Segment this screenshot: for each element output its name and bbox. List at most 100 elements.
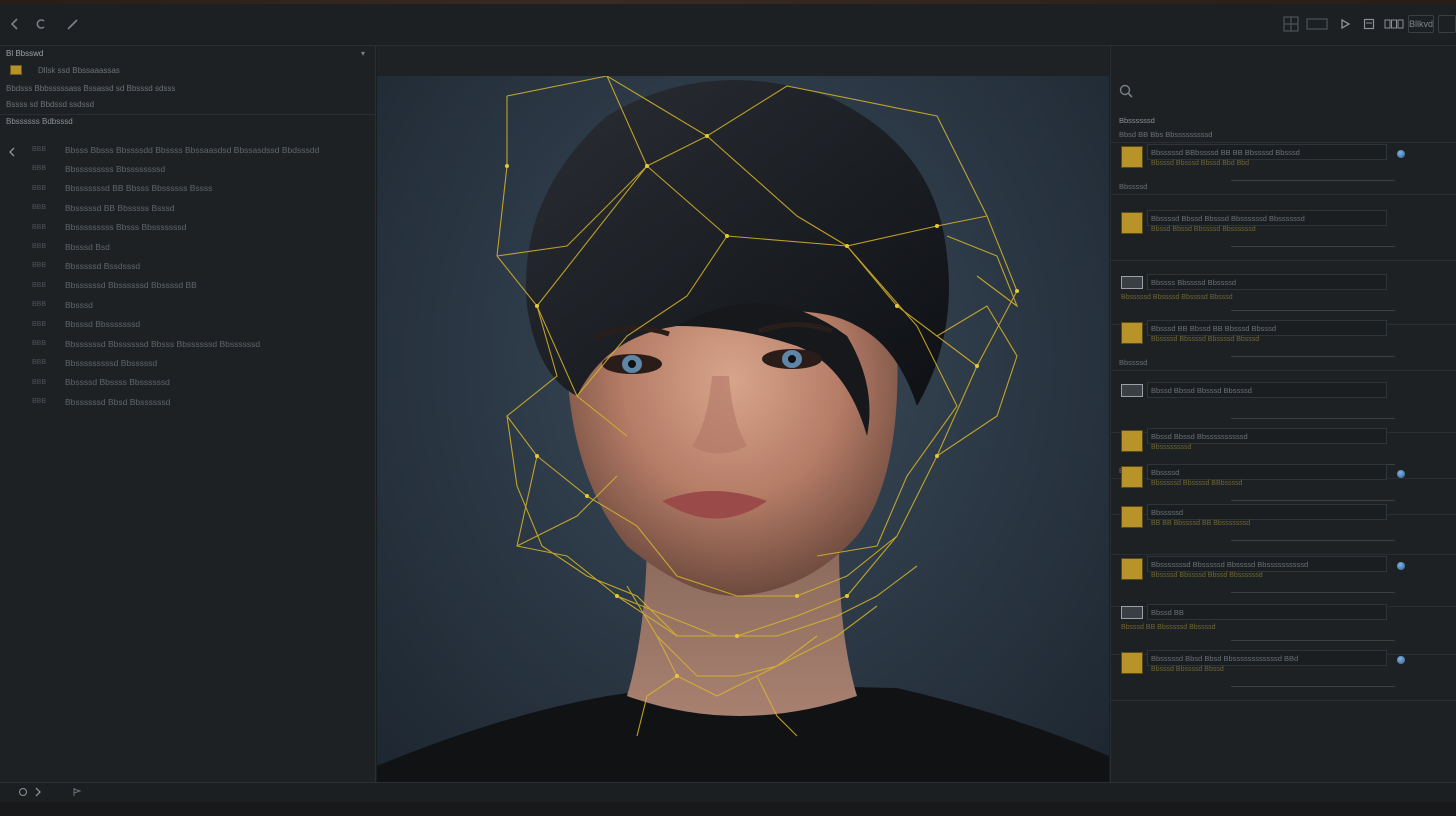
- entry-thumbnail[interactable]: [1121, 212, 1143, 234]
- status-dot-icon[interactable]: [1397, 562, 1405, 570]
- entry-subtitle: Bbssssssssd: [1151, 444, 1192, 451]
- layer-index: BBB: [32, 301, 47, 309]
- grid-view-icon[interactable]: [1278, 12, 1304, 36]
- entry-thumbnail[interactable]: [1121, 146, 1143, 168]
- layer-list-item[interactable]: BBB Bbsssd: [0, 295, 376, 314]
- layer-list-item[interactable]: BBB Bbsssssssssd Bbsssssd: [0, 353, 376, 372]
- entry-title: Bbsssssd Bbsd Bbsd Bbssssssssssssd BBd: [1151, 654, 1299, 663]
- layer-list-item[interactable]: BBB Bbsssd Bbsssssssd: [0, 315, 376, 334]
- entry-thumbnail[interactable]: [1121, 506, 1143, 528]
- layer-list-item[interactable]: BBB Bbssssssd Bbssssssd Bbsss Bbssssssd B…: [0, 334, 376, 353]
- layer-index: BBB: [32, 262, 47, 270]
- layer-label: Bbsssd Bbsssssssd: [65, 319, 141, 330]
- divider: [1111, 700, 1456, 701]
- panel-row-2[interactable]: Bbdsss Bbbsssssass Bssassd sd Bbsssd sds…: [6, 81, 369, 95]
- layer-label: Bbsss Bbsss Bbssssdd Bbssss Bbssaasdsd B…: [65, 144, 320, 155]
- entry-subtitle: Bbssssd Bbssssd Bbssd Bbssssssd: [1151, 572, 1263, 579]
- entry-title: Bbsssssssd Bbsssssd Bbssssd Bbssssssssss…: [1151, 560, 1309, 569]
- layer-index: BBB: [32, 320, 47, 328]
- panel-row-3-label: Bssss sd Bbdssd ssdssd: [6, 99, 95, 109]
- flag-icon[interactable]: [72, 787, 82, 799]
- bbb-icon[interactable]: [1382, 12, 1406, 36]
- viewport-header: [377, 46, 1109, 76]
- layer-list-item[interactable]: BBB Bbsssssd BB Bbsssss Bsssd: [0, 198, 376, 217]
- tag-icon[interactable]: [34, 787, 42, 799]
- layer-list-item[interactable]: BBB Bbsssssssss Bbssssssssd: [0, 159, 376, 178]
- entry-title: Bbssd Bbssd Bbssssssssssd: [1151, 432, 1248, 441]
- entry-underline: [1231, 356, 1395, 357]
- layer-list-item[interactable]: BBB Bbsssssd Bssdsssd: [0, 256, 376, 275]
- layer-index: BBB: [32, 398, 47, 406]
- pencil-icon[interactable]: [60, 12, 86, 36]
- entry-subtitle: BB BB Bbssssd BB Bbsssssssd: [1151, 520, 1251, 527]
- panel-row-1[interactable]: Dllsk ssd Bbssaaassas: [6, 63, 369, 77]
- status-dot-icon[interactable]: [1397, 150, 1405, 158]
- status-dot-icon[interactable]: [1397, 656, 1405, 664]
- entry-thumbnail[interactable]: [1121, 466, 1143, 488]
- divider: [1111, 194, 1456, 195]
- window-bottom-bar: [0, 802, 1456, 816]
- layer-list-item[interactable]: BBB Bbsss Bbsss Bbssssdd Bbssss Bbssaasds…: [0, 140, 376, 159]
- entry-thumbnail[interactable]: [1121, 430, 1143, 452]
- divider: [1111, 260, 1456, 261]
- entry-extra: Bbssssd: [1119, 182, 1148, 191]
- entry-thumbnail[interactable]: [1121, 606, 1143, 619]
- layer-list-item[interactable]: BBB Bbssssssd Bbssssssd Bbssssd BB: [0, 276, 376, 295]
- layer-index: BBB: [32, 184, 47, 192]
- sync-icon[interactable]: [18, 787, 28, 799]
- layer-index: BBB: [32, 359, 47, 367]
- entry-underline: [1231, 500, 1395, 501]
- layer-list-item[interactable]: BBB Bbssssssd Bbsd Bbssssssd: [0, 392, 376, 411]
- status-dot-icon[interactable]: [1397, 470, 1405, 478]
- play-icon[interactable]: [1332, 12, 1358, 36]
- entry-subtitle: Bbsssd Bbssssd Bbssd: [1151, 666, 1224, 673]
- entry-field[interactable]: [1147, 464, 1387, 480]
- entry-title: Bbssssd: [1151, 468, 1180, 477]
- panel-subheader: Bbsd BB Bbs Bbsssssssssd: [1119, 130, 1213, 139]
- layer-index: BBB: [32, 204, 47, 212]
- layer-list-item[interactable]: BBB Bbsssd Bsd: [0, 237, 376, 256]
- section-header[interactable]: Bbssssss Bdbsssd: [6, 114, 369, 128]
- layer-index: BBB: [32, 165, 47, 173]
- entry-subtitle: Bbsssd BB Bbsssssd Bbssssd: [1121, 624, 1216, 631]
- entry-underline: [1231, 640, 1395, 641]
- layer-list-item[interactable]: BBB Bbssssd Bbssss Bbssssssd: [0, 373, 376, 392]
- save-icon[interactable]: [1356, 12, 1382, 36]
- layer-label: Bbssssssd Bbsd Bbssssssd: [65, 396, 171, 407]
- toolbar-mode-button[interactable]: Bllkvd: [1408, 15, 1434, 33]
- portrait-render: [377, 76, 1109, 782]
- entry-thumbnail[interactable]: [1121, 558, 1143, 580]
- entry-thumbnail[interactable]: [1121, 276, 1143, 289]
- redo-icon[interactable]: [28, 12, 54, 36]
- panel-menu-icon[interactable]: ▾: [361, 49, 365, 58]
- search-icon[interactable]: [1119, 84, 1133, 103]
- panel-title: Bl Bbsswd: [6, 48, 44, 58]
- entry-underline: [1231, 310, 1395, 311]
- panel-header: Bl Bbsswd ▾: [6, 46, 369, 60]
- layer-label: Bbsssssd Bssdsssd: [65, 260, 141, 271]
- entry-underline: [1231, 246, 1395, 247]
- undo-icon[interactable]: [2, 12, 28, 36]
- layer-index: BBB: [32, 340, 47, 347]
- panel-row-3[interactable]: Bssss sd Bbdssd ssdssd: [6, 97, 369, 111]
- layer-label: Bbsssssd BB Bbsssss Bsssd: [65, 202, 175, 213]
- layer-label: Bbsssd Bsd: [65, 241, 110, 252]
- layer-color-swatch: [10, 65, 22, 75]
- divider: [1111, 370, 1456, 371]
- layer-list-item[interactable]: BBB Bbsssssssd BB Bbsss Bbssssss Bssss: [0, 179, 376, 198]
- entry-subtitle: Bbssd Bbssd Bbssssd Bbssssssd: [1151, 226, 1256, 233]
- divider: [1111, 554, 1456, 555]
- layer-index: BBB: [32, 281, 47, 289]
- entry-thumbnail[interactable]: [1121, 652, 1143, 674]
- toolbar-extra-button[interactable]: [1438, 15, 1456, 33]
- entry-thumbnail[interactable]: [1121, 384, 1143, 397]
- entry-extra: Bbssssd: [1119, 358, 1148, 367]
- layer-label: Bbsssssssssd Bbsssssd: [65, 357, 158, 368]
- panel-toggle-icon[interactable]: [1304, 12, 1330, 36]
- layers-panel: Bl Bbsswd ▾ Dllsk ssd Bbssaaassas Bbdsss…: [0, 46, 376, 782]
- layer-label: Bbsssssssss Bbsss Bbsssssssd: [65, 222, 187, 233]
- entry-subtitle: Bbsssssd Bbssssd BBbssssd: [1151, 480, 1243, 487]
- entry-thumbnail[interactable]: [1121, 322, 1143, 344]
- layer-list-item[interactable]: BBB Bbsssssssss Bbsss Bbsssssssd: [0, 218, 376, 237]
- image-viewport[interactable]: [377, 76, 1109, 782]
